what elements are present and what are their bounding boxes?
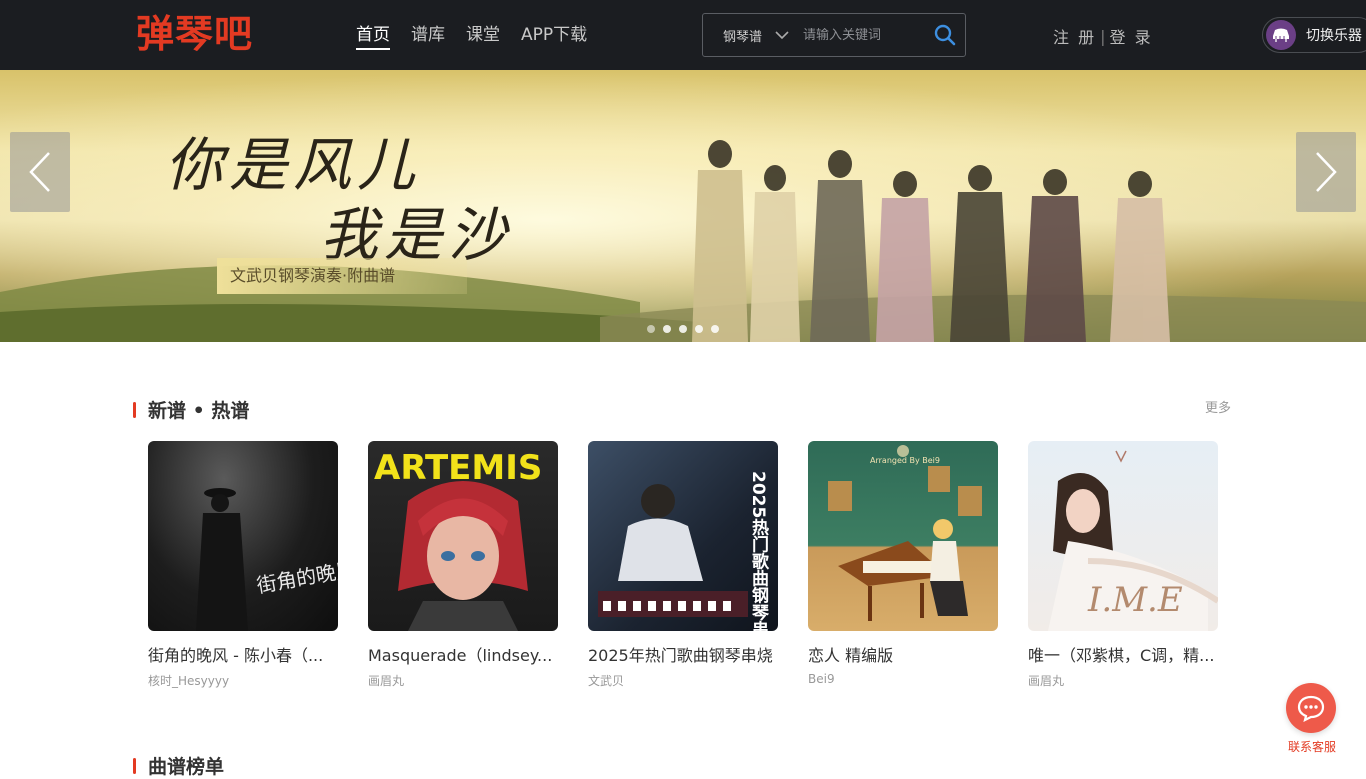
more-link[interactable]: 更多 xyxy=(1205,397,1231,416)
score-title: Masquerade（lindsey... xyxy=(368,646,553,665)
chevron-right-icon xyxy=(1316,152,1337,192)
section-accent-bar xyxy=(133,401,136,418)
switch-instrument-label: 切换乐器 xyxy=(1306,28,1362,44)
cover-art: I.M.E xyxy=(1048,450,1218,631)
score-card[interactable]: 街角的晚風 街角的晚风 - 陈小春（... 核时_Hesyyyy xyxy=(148,441,338,689)
search-box: 钢琴谱 xyxy=(702,13,966,57)
cover-text: 街角的晚風 xyxy=(255,557,338,598)
score-card[interactable]: 2025热门歌曲钢琴串烧 2025年热门歌曲钢琴串烧 文武贝 xyxy=(588,441,778,689)
nav-home[interactable]: 首页 xyxy=(356,22,390,50)
banner-prev-button[interactable] xyxy=(10,132,70,212)
score-card-list: 街角的晚風 街角的晚风 - 陈小春（... 核时_Hesyyyy ARTEMIS… xyxy=(148,441,1218,689)
score-cover: Arranged By Bei9 xyxy=(808,441,998,631)
site-logo[interactable]: 弹琴吧 xyxy=(136,10,253,58)
search-button[interactable] xyxy=(925,15,965,55)
divider: | xyxy=(1100,26,1106,46)
score-cover: 街角的晚風 xyxy=(148,441,338,631)
nav-app-download[interactable]: APP下载 xyxy=(521,22,587,50)
banner-people-illustration xyxy=(692,140,1170,342)
cover-art: 街角的晚風 xyxy=(196,488,338,631)
customer-service-label: 联系客服 xyxy=(1287,740,1336,754)
section-header-rankings: 曲谱榜单 xyxy=(133,752,224,779)
score-card[interactable]: I.M.E 唯一（邓紫棋，C调，精... 画眉丸 xyxy=(1028,441,1218,689)
chat-bubble-icon xyxy=(1297,695,1325,722)
banner-dot[interactable] xyxy=(647,325,655,333)
banner-dot[interactable] xyxy=(663,325,671,333)
main-nav: 首页 谱库 课堂 APP下载 xyxy=(356,22,587,50)
score-author: Bei9 xyxy=(808,672,835,686)
customer-service-button[interactable] xyxy=(1286,683,1336,733)
cover-text: Arranged By Bei9 xyxy=(870,456,940,465)
section-title: 曲谱榜单 xyxy=(148,756,225,778)
score-title: 恋人 精编版 xyxy=(808,646,894,665)
cover-art: ARTEMIS xyxy=(374,448,542,631)
score-title: 2025年热门歌曲钢琴串烧 xyxy=(588,646,773,665)
score-author: 画眉丸 xyxy=(368,674,405,688)
score-author: 画眉丸 xyxy=(1028,674,1065,688)
switch-instrument-button[interactable]: 切换乐器 xyxy=(1262,17,1366,53)
score-card[interactable]: ARTEMIS Masquerade（lindsey... 画眉丸 xyxy=(368,441,558,689)
piano-icon xyxy=(1266,20,1296,50)
cover-text: 2025热门歌曲钢琴串烧 xyxy=(748,471,769,631)
banner-next-button[interactable] xyxy=(1296,132,1356,212)
score-title: 唯一（邓紫棋，C调，精... xyxy=(1028,646,1215,665)
score-author: 核时_Hesyyyy xyxy=(148,674,230,688)
banner-dot[interactable] xyxy=(711,325,719,333)
login-link[interactable]: 登 录 xyxy=(1109,24,1152,48)
score-cover: 2025热门歌曲钢琴串烧 xyxy=(588,441,778,631)
register-link[interactable]: 注 册 xyxy=(1053,24,1096,48)
cover-text: I.M.E xyxy=(1087,580,1183,620)
score-cover: ARTEMIS xyxy=(368,441,558,631)
cover-art: 2025热门歌曲钢琴串烧 xyxy=(598,471,769,631)
search-icon xyxy=(934,24,956,46)
section-accent-bar xyxy=(133,757,136,774)
section-header-new-hot: 新谱 • 热谱 xyxy=(133,396,249,423)
top-header: 弹琴吧 首页 谱库 课堂 APP下载 钢琴谱 注 册 | 登 录 xyxy=(0,0,1366,70)
search-type-select[interactable]: 钢琴谱 xyxy=(703,26,803,45)
chevron-down-icon xyxy=(775,31,789,40)
nav-library[interactable]: 谱库 xyxy=(411,22,445,50)
score-card[interactable]: Arranged By Bei9 恋人 精编版 Bei9 xyxy=(808,441,998,689)
score-cover: I.M.E xyxy=(1028,441,1218,631)
banner-subtitle: 文武贝钢琴演奏·附曲谱 xyxy=(217,258,467,294)
banner-dot[interactable] xyxy=(679,325,687,333)
section-title: 新谱 • 热谱 xyxy=(148,400,250,422)
cover-art: Arranged By Bei9 xyxy=(828,445,982,621)
nav-classroom[interactable]: 课堂 xyxy=(466,22,500,50)
search-type-label: 钢琴谱 xyxy=(723,29,763,45)
chevron-left-icon xyxy=(29,152,50,192)
search-input[interactable] xyxy=(803,27,925,43)
auth-links: 注 册 | 登 录 xyxy=(1053,24,1153,48)
banner-dot[interactable] xyxy=(695,325,703,333)
score-title: 街角的晚风 - 陈小春（... xyxy=(148,646,324,665)
banner-pagination xyxy=(647,325,719,333)
score-author: 文武贝 xyxy=(588,674,625,688)
hero-banner[interactable]: 你是风儿 我是沙 文武贝钢琴演奏·附曲谱 xyxy=(0,70,1366,342)
